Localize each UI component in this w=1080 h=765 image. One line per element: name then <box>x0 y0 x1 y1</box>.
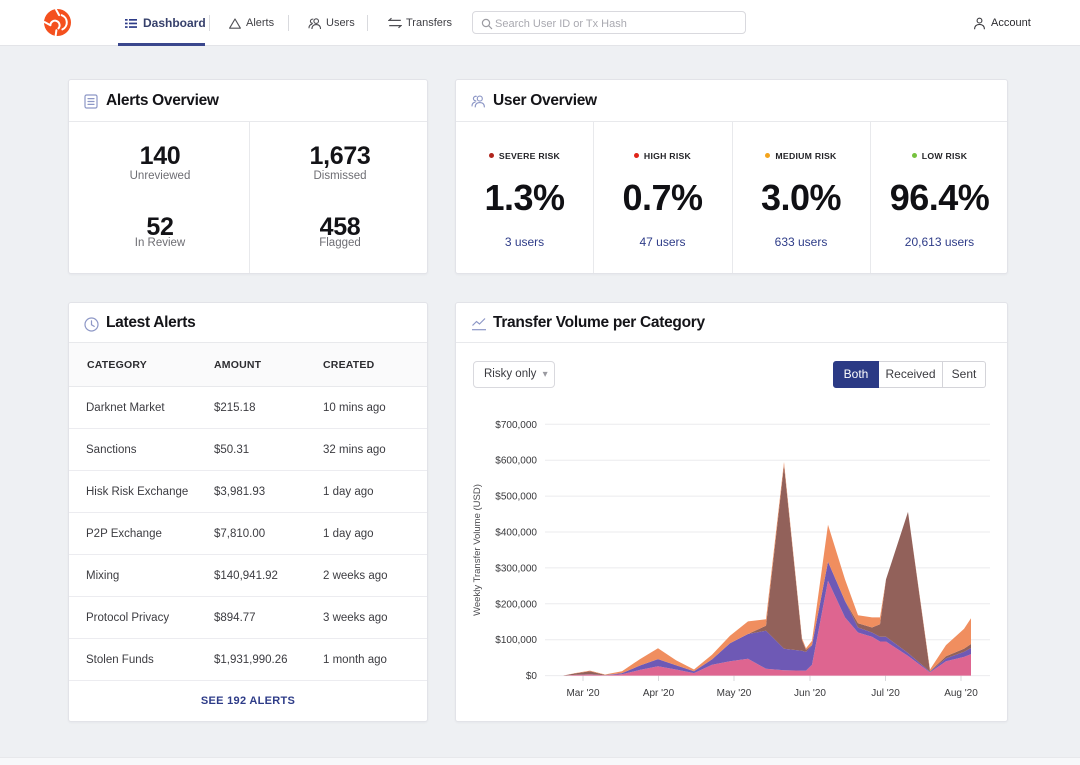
svg-text:Jul '20: Jul '20 <box>871 688 900 699</box>
svg-text:$600,000: $600,000 <box>495 456 537 467</box>
svg-text:$700,000: $700,000 <box>495 420 537 431</box>
svg-text:Jun '20: Jun '20 <box>794 688 826 699</box>
svg-text:$100,000: $100,000 <box>495 635 537 646</box>
svg-text:$400,000: $400,000 <box>495 528 537 539</box>
svg-text:$500,000: $500,000 <box>495 492 537 503</box>
svg-text:Weekly Transfer Volume (USD): Weekly Transfer Volume (USD) <box>472 484 483 616</box>
svg-text:$300,000: $300,000 <box>495 563 537 574</box>
svg-text:Aug '20: Aug '20 <box>944 688 978 699</box>
svg-text:May '20: May '20 <box>717 688 752 699</box>
svg-text:Mar '20: Mar '20 <box>566 688 599 699</box>
svg-text:$200,000: $200,000 <box>495 599 537 610</box>
svg-text:Apr '20: Apr '20 <box>643 688 675 699</box>
svg-text:$0: $0 <box>526 671 538 682</box>
